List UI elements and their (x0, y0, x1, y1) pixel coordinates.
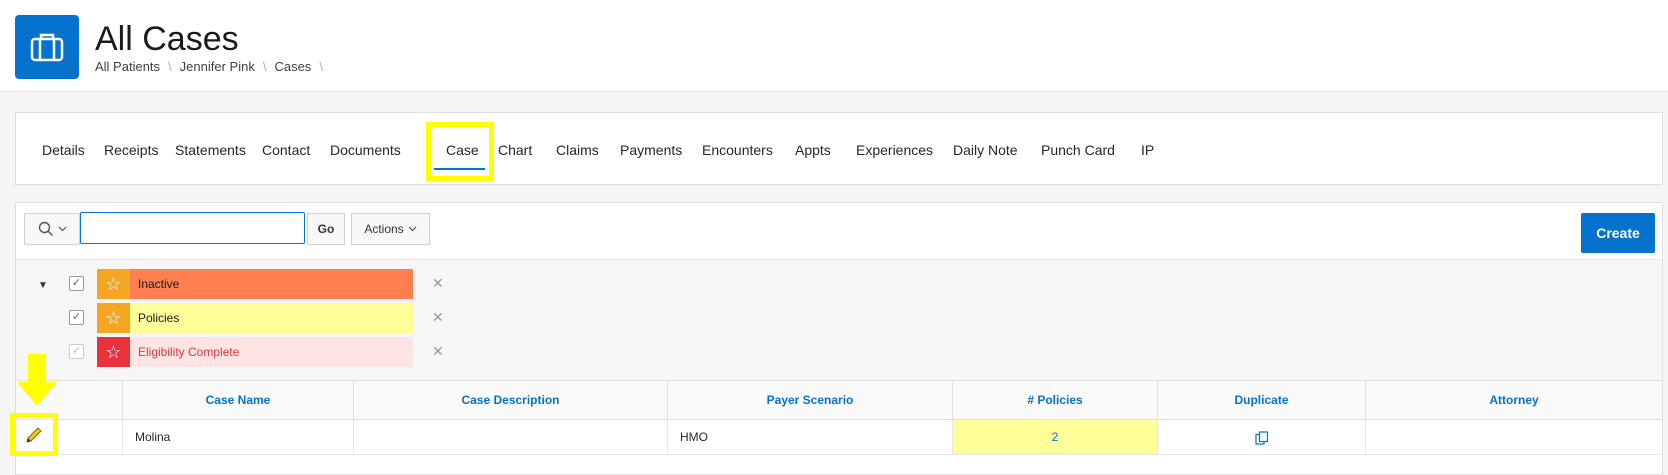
column-header-policies[interactable]: # Policies (952, 381, 1157, 419)
case-description-cell (353, 420, 667, 454)
filter-enable-checkbox[interactable]: ✓ (69, 310, 84, 325)
search-column-button[interactable] (24, 213, 80, 245)
tab-contact[interactable]: Contact (262, 142, 310, 158)
actions-label: Actions (364, 222, 404, 236)
table-row: Molina HMO 2 (16, 420, 1662, 455)
grid-header: Case Name Case Description Payer Scenari… (16, 380, 1662, 420)
go-button[interactable]: Go (307, 213, 345, 245)
tab-claims[interactable]: Claims (556, 142, 599, 158)
breadcrumb: All Patients \ Jennifer Pink \ Cases \ (95, 59, 331, 74)
breadcrumb-patient[interactable]: Jennifer Pink (180, 59, 255, 74)
filter-row: ✓ ☆ Inactive ✕ (16, 269, 1662, 299)
column-header-attorney[interactable]: Attorney (1365, 381, 1662, 419)
tab-ip[interactable]: IP (1141, 142, 1154, 158)
breadcrumb-cases[interactable]: Cases (274, 59, 311, 74)
close-icon[interactable]: ✕ (432, 275, 444, 292)
search-input[interactable] (80, 212, 305, 244)
filter-label[interactable]: Inactive (130, 269, 413, 299)
briefcase-icon (15, 15, 79, 79)
breadcrumb-all-patients[interactable]: All Patients (95, 59, 160, 74)
breadcrumb-separator: \ (319, 59, 323, 74)
breadcrumb-separator: \ (262, 59, 267, 74)
filter-row: ✓ ☆ Policies ✕ (16, 303, 1662, 333)
star-icon: ☆ (97, 337, 130, 367)
report-toolbar: Go Actions Create (16, 203, 1662, 259)
search-icon (38, 221, 53, 236)
chevron-down-icon (58, 226, 66, 232)
case-tab-highlight (426, 122, 494, 181)
highlight-filters: ▼ ✓ ☆ Inactive ✕ ✓ ☆ Policies ✕ ✓ ☆ Elig… (16, 259, 1662, 380)
column-header-case-name[interactable]: Case Name (122, 381, 353, 419)
tab-chart[interactable]: Chart (498, 142, 532, 158)
duplicate-icon[interactable] (1254, 431, 1269, 445)
tab-details[interactable]: Details (42, 142, 85, 158)
tab-payments[interactable]: Payments (620, 142, 682, 158)
tab-receipts[interactable]: Receipts (104, 142, 158, 158)
arrow-down-annotation-icon (17, 354, 57, 406)
filter-enable-checkbox[interactable]: ✓ (69, 276, 84, 291)
close-icon[interactable]: ✕ (432, 309, 444, 326)
tab-statements[interactable]: Statements (175, 142, 246, 158)
page-header: All Cases All Patients \ Jennifer Pink \… (0, 0, 1668, 92)
close-icon[interactable]: ✕ (432, 343, 444, 360)
tab-documents[interactable]: Documents (330, 142, 401, 158)
edit-row-highlight (10, 413, 58, 456)
page-title: All Cases (95, 20, 239, 58)
policies-cell[interactable]: 2 (952, 420, 1157, 454)
column-header-case-description[interactable]: Case Description (353, 381, 667, 419)
filter-label[interactable]: Policies (130, 303, 413, 333)
create-button[interactable]: Create (1581, 213, 1655, 253)
tab-experiences[interactable]: Experiences (856, 142, 933, 158)
tab-encounters[interactable]: Encounters (702, 142, 773, 158)
tab-punch-card[interactable]: Punch Card (1041, 142, 1115, 158)
star-icon: ☆ (97, 269, 130, 299)
star-icon: ☆ (97, 303, 130, 333)
filter-label[interactable]: Eligibility Complete (130, 337, 413, 367)
breadcrumb-separator: \ (168, 59, 172, 74)
chevron-down-icon (408, 226, 417, 232)
filter-row: ✓ ☆ Eligibility Complete ✕ (16, 337, 1662, 367)
tab-daily-note[interactable]: Daily Note (953, 142, 1018, 158)
payer-scenario-cell: HMO (667, 420, 952, 454)
column-header-duplicate[interactable]: Duplicate (1157, 381, 1365, 419)
duplicate-cell (1157, 420, 1365, 454)
case-name-cell: Molina (122, 420, 353, 454)
filter-enable-checkbox[interactable]: ✓ (69, 344, 84, 359)
tab-appts[interactable]: Appts (795, 142, 831, 158)
pencil-icon[interactable] (24, 425, 44, 445)
tabs-bar: Details Receipts Statements Contact Docu… (15, 112, 1663, 185)
attorney-cell (1365, 420, 1662, 454)
column-header-payer-scenario[interactable]: Payer Scenario (667, 381, 952, 419)
cases-report: Go Actions Create ▼ ✓ ☆ Inactive ✕ ✓ ☆ P… (15, 202, 1663, 475)
actions-menu-button[interactable]: Actions (351, 213, 430, 245)
